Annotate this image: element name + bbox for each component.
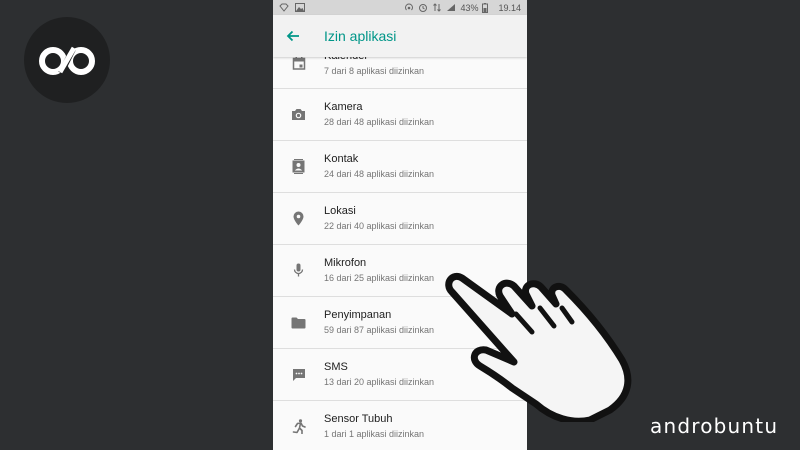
permission-item-kontak[interactable]: Kontak 24 dari 48 aplikasi diizinkan — [273, 141, 527, 193]
microphone-icon — [293, 263, 304, 277]
signal-icon — [447, 4, 456, 11]
folder-icon — [291, 317, 306, 328]
permission-subtitle: 7 dari 8 aplikasi diizinkan — [324, 65, 425, 76]
page-title: Izin aplikasi — [324, 28, 397, 44]
alarm-icon — [419, 4, 428, 12]
permission-title: Mikrofon — [324, 257, 367, 269]
permission-subtitle: 13 dari 20 aplikasi diizinkan — [324, 377, 435, 387]
clock: 19.14 — [498, 2, 521, 13]
permission-item-kamera[interactable]: Kamera 28 dari 48 aplikasi diizinkan — [273, 89, 527, 141]
hotspot-icon — [405, 3, 414, 11]
permission-item-lokasi[interactable]: Lokasi 22 dari 40 aplikasi diizinkan — [273, 193, 527, 245]
permission-subtitle: 28 dari 48 aplikasi diizinkan — [324, 117, 435, 127]
androbuntu-logo-icon — [24, 17, 110, 103]
body-sensor-icon — [292, 419, 306, 434]
sms-icon — [292, 368, 305, 381]
app-bar: Izin aplikasi — [273, 15, 527, 57]
permission-subtitle: 22 dari 40 aplikasi diizinkan — [324, 221, 435, 231]
hand-pointer-icon — [445, 273, 632, 422]
battery-icon — [482, 2, 489, 13]
arrow-back-icon — [286, 30, 299, 42]
image-icon — [295, 3, 305, 12]
permission-subtitle: 59 dari 87 aplikasi diizinkan — [324, 325, 435, 335]
camera-icon — [292, 109, 305, 120]
data-arrows-icon — [433, 3, 442, 12]
permission-title: Penyimpanan — [324, 309, 392, 321]
permission-title: Kamera — [324, 101, 363, 113]
permission-title: Lokasi — [324, 205, 356, 217]
permission-title: Sensor Tubuh — [324, 413, 393, 425]
contacts-icon — [292, 159, 305, 174]
permission-subtitle: 1 dari 1 aplikasi diizinkan — [324, 429, 425, 439]
battery-percent: 43% — [460, 2, 479, 13]
diamond-icon — [279, 3, 289, 12]
brand-watermark: androbuntu — [650, 414, 779, 438]
calendar-icon — [292, 56, 305, 70]
permission-title: SMS — [324, 361, 348, 373]
location-icon — [293, 211, 304, 226]
permission-title: Kontak — [324, 153, 359, 165]
permission-subtitle: 16 dari 25 aplikasi diizinkan — [324, 273, 435, 283]
status-bar: 43% 19.14 — [273, 0, 527, 15]
back-button[interactable] — [273, 15, 313, 57]
permission-subtitle: 24 dari 48 aplikasi diizinkan — [324, 169, 435, 179]
